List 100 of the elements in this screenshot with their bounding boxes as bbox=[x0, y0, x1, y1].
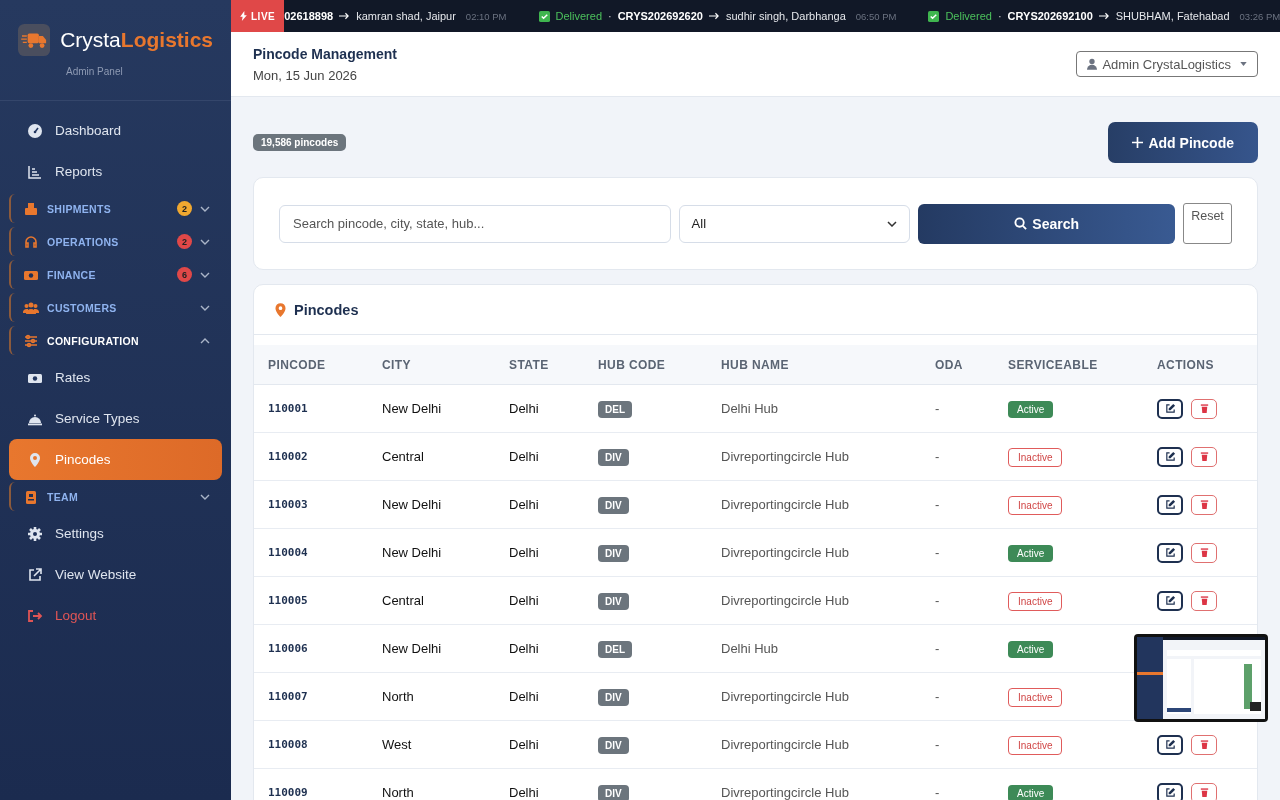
status-tag: Inactive bbox=[1008, 592, 1063, 611]
nav-icon bbox=[27, 451, 43, 468]
nav-item[interactable]: Service Types bbox=[9, 398, 222, 439]
search-button[interactable]: Search bbox=[918, 203, 1176, 244]
delete-button[interactable] bbox=[1191, 398, 1217, 419]
ticker-destination: kamran shad, Jaipur bbox=[356, 10, 456, 22]
edit-button[interactable] bbox=[1157, 446, 1183, 467]
search-field[interactable]: Search pincode, city, state, hub... bbox=[279, 204, 671, 243]
edit-button[interactable] bbox=[1157, 494, 1183, 515]
ticker-time: 03:26 PM bbox=[1239, 10, 1280, 22]
oda-cell: - bbox=[935, 401, 940, 416]
oda-cell: - bbox=[935, 737, 940, 752]
nav-item[interactable]: Reports bbox=[9, 151, 222, 192]
city-cell: New Delhi bbox=[382, 545, 442, 560]
status-tag: Active bbox=[1008, 545, 1054, 562]
hub-name-cell: Divreportingcircle Hub bbox=[721, 497, 849, 512]
check-icon bbox=[928, 10, 940, 22]
separator-dot: · bbox=[997, 10, 1002, 22]
state-cell: Delhi bbox=[509, 545, 539, 560]
hub-name-cell: Divreportingcircle Hub bbox=[721, 593, 849, 608]
delete-button[interactable] bbox=[1191, 782, 1217, 800]
oda-cell: - bbox=[935, 689, 940, 704]
ticker-id: CRYS202692620 bbox=[617, 10, 703, 22]
column-header: ODA bbox=[921, 345, 994, 385]
edit-icon bbox=[1164, 403, 1176, 414]
nav-icon bbox=[27, 122, 43, 139]
nav-item[interactable]: Logout bbox=[9, 595, 222, 636]
edit-icon bbox=[1164, 451, 1176, 462]
hub-name-cell: Divreportingcircle Hub bbox=[721, 737, 849, 752]
edit-button[interactable] bbox=[1157, 734, 1183, 755]
city-cell: New Delhi bbox=[382, 401, 442, 416]
edit-icon bbox=[1164, 499, 1176, 510]
nav-group[interactable]: FINANCE 6 bbox=[9, 260, 222, 289]
oda-cell: - bbox=[935, 593, 940, 608]
table-title: Pincodes bbox=[294, 301, 359, 318]
hub-name-cell: Delhi Hub bbox=[721, 401, 779, 416]
nav-group[interactable]: SHIPMENTS 2 bbox=[9, 194, 222, 223]
page-title: Pincode Management bbox=[253, 45, 397, 62]
nav-group[interactable]: CONFIGURATION bbox=[9, 326, 222, 355]
separator-dot: · bbox=[608, 10, 612, 22]
nav-item[interactable]: Settings bbox=[9, 513, 222, 554]
hub-code-tag: DEL bbox=[598, 641, 632, 658]
city-cell: Central bbox=[382, 593, 424, 608]
nav-group[interactable]: OPERATIONS 2 bbox=[9, 227, 222, 256]
search-icon bbox=[1014, 217, 1028, 230]
nav-icon bbox=[23, 233, 39, 250]
nav-icon bbox=[27, 163, 43, 180]
hub-code-tag: DIV bbox=[598, 449, 629, 466]
trash-icon bbox=[1198, 787, 1210, 798]
count-badge: 2 bbox=[177, 201, 192, 216]
ticker-time: 06:50 PM bbox=[855, 10, 897, 22]
status-tag: Active bbox=[1008, 641, 1054, 658]
pincode-cell: 110004 bbox=[268, 546, 308, 559]
delete-button[interactable] bbox=[1191, 590, 1217, 611]
plus-icon bbox=[1132, 137, 1144, 148]
trash-icon bbox=[1198, 595, 1210, 606]
delete-button[interactable] bbox=[1191, 446, 1217, 467]
edit-button[interactable] bbox=[1157, 782, 1183, 800]
status-tag: Inactive bbox=[1008, 736, 1063, 755]
add-pincode-button[interactable]: Add Pincode bbox=[1108, 122, 1258, 163]
reset-button[interactable]: Reset bbox=[1183, 203, 1232, 244]
user-menu[interactable]: Admin CrystaLogistics bbox=[1076, 51, 1258, 77]
hub-code-tag: DEL bbox=[598, 401, 632, 418]
ticker-status: Delivered bbox=[555, 10, 602, 22]
trash-icon bbox=[1198, 547, 1210, 558]
city-cell: New Delhi bbox=[382, 641, 442, 656]
live-label: LIVE bbox=[251, 10, 276, 22]
count-badge: 2 bbox=[177, 234, 192, 249]
trash-icon bbox=[1198, 451, 1210, 462]
edit-icon bbox=[1164, 787, 1176, 798]
column-header: HUB CODE bbox=[584, 345, 707, 385]
status-tag: Inactive bbox=[1008, 496, 1063, 515]
delete-button[interactable] bbox=[1191, 542, 1217, 563]
status-tag: Inactive bbox=[1008, 448, 1063, 467]
delete-button[interactable] bbox=[1191, 494, 1217, 515]
edit-button[interactable] bbox=[1157, 542, 1183, 563]
column-header: STATE bbox=[495, 345, 584, 385]
status-tag: Active bbox=[1008, 785, 1054, 800]
brand-subtitle: Admin Panel bbox=[66, 66, 123, 77]
column-header: CITY bbox=[368, 345, 495, 385]
status-select[interactable]: All bbox=[678, 204, 911, 243]
delete-button[interactable] bbox=[1191, 734, 1217, 755]
edit-button[interactable] bbox=[1157, 398, 1183, 419]
nav-icon bbox=[23, 200, 39, 217]
oda-cell: - bbox=[935, 641, 940, 656]
arrow-icon bbox=[1098, 12, 1110, 20]
hub-code-tag: DIV bbox=[598, 593, 629, 610]
column-header: HUB NAME bbox=[707, 345, 921, 385]
nav-item[interactable]: Rates bbox=[9, 357, 222, 398]
hub-code-tag: DIV bbox=[598, 737, 629, 754]
city-cell: Central bbox=[382, 449, 424, 464]
nav-group[interactable]: TEAM bbox=[9, 482, 222, 511]
edit-button[interactable] bbox=[1157, 590, 1183, 611]
nav-icon bbox=[27, 525, 43, 542]
nav-item[interactable]: View Website bbox=[9, 554, 222, 595]
hub-name-cell: Divreportingcircle Hub bbox=[721, 689, 849, 704]
nav-group[interactable]: CUSTOMERS bbox=[9, 293, 222, 322]
nav-item[interactable]: Dashboard bbox=[9, 110, 222, 151]
ticker-id: CRYS202692100 bbox=[1007, 10, 1093, 22]
status-tag: Inactive bbox=[1008, 688, 1063, 707]
